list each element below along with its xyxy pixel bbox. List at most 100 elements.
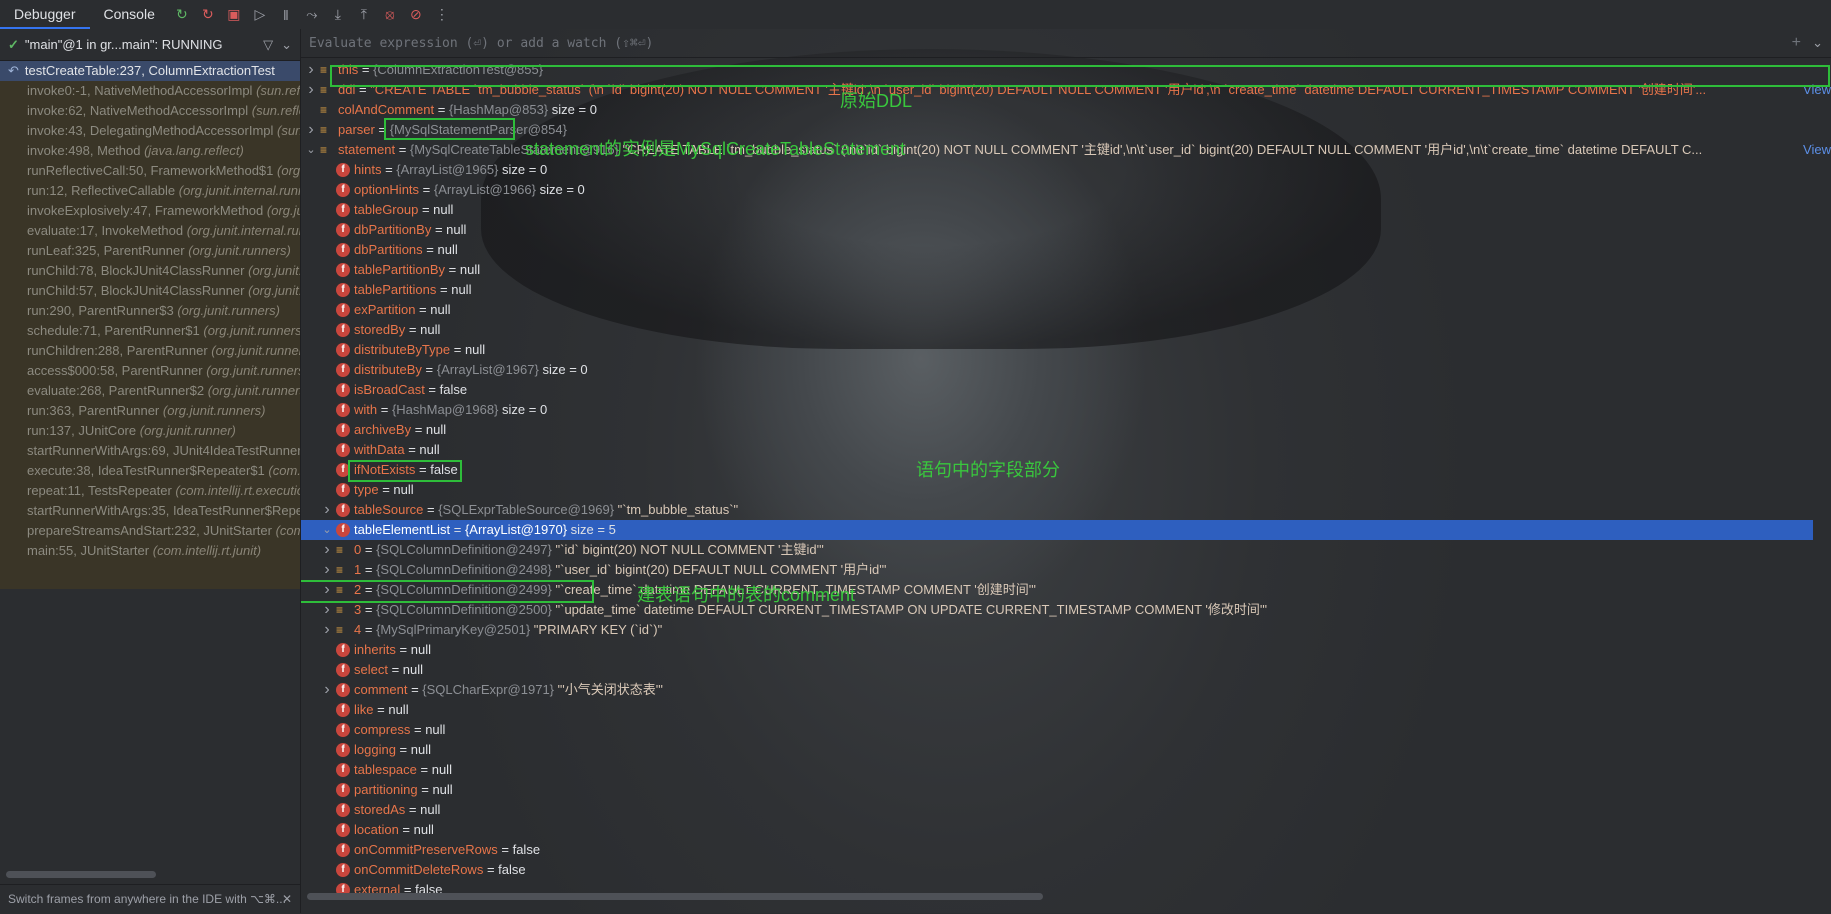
more-icon[interactable]: ⋮ <box>431 4 453 26</box>
variable-row-comment[interactable]: › f comment = {SQLCharExpr@1971} "'小气关闭状态表… <box>301 680 1831 700</box>
variable-row-isBroadCast[interactable]: f isBroadCast = false <box>301 380 1831 400</box>
variable-row-select[interactable]: f select = null <box>301 660 1831 680</box>
step-into-icon[interactable]: ⤓ <box>327 4 349 26</box>
expand-arrow-icon[interactable]: › <box>305 60 317 80</box>
variable-row-1[interactable]: › ≡ 1 = {SQLColumnDefinition@2498} "`user_… <box>301 560 1831 580</box>
step-out-icon[interactable]: ⤒ <box>353 4 375 26</box>
filter-icon[interactable]: ▽ <box>263 37 273 53</box>
variable-row-dbPartitionBy[interactable]: f dbPartitionBy = null <box>301 220 1831 240</box>
expand-arrow-icon[interactable]: › <box>321 580 333 600</box>
stack-frame[interactable]: ↶ testCreateTable:237, ColumnExtractionTe… <box>0 61 300 81</box>
stack-frame[interactable]: invoke:498, Method (java.lang.reflect) <box>0 141 300 161</box>
stack-frame[interactable]: runChild:57, BlockJUnit4ClassRunner (org… <box>0 281 300 301</box>
variable-row-3[interactable]: › ≡ 3 = {SQLColumnDefinition@2500} "`updat… <box>301 600 1831 620</box>
stack-frame[interactable]: runLeaf:325, ParentRunner (org.junit.run… <box>0 241 300 261</box>
variable-row-optionHints[interactable]: f optionHints = {ArrayList@1966} size = 0 <box>301 180 1831 200</box>
variable-row-with[interactable]: f with = {HashMap@1968} size = 0 <box>301 400 1831 420</box>
stack-frame[interactable]: run:137, JUnitCore (org.junit.runner) <box>0 421 300 441</box>
variable-row-4[interactable]: › ≡ 4 = {MySqlPrimaryKey@2501} "PRIMARY KE… <box>301 620 1831 640</box>
variable-row-onCommitDeleteRows[interactable]: f onCommitDeleteRows = false <box>301 860 1831 880</box>
stack-frame[interactable]: invoke0:-1, NativeMethodAccessorImpl (su… <box>0 81 300 101</box>
chevron-down-icon[interactable]: ⌄ <box>281 37 292 53</box>
stack-frame[interactable]: runReflectiveCall:50, FrameworkMethod$1 … <box>0 161 300 181</box>
stack-frame[interactable]: runChild:78, BlockJUnit4ClassRunner (org… <box>0 261 300 281</box>
mute-breakpoints-icon[interactable]: ⊘ <box>405 4 427 26</box>
stack-frame[interactable]: startRunnerWithArgs:35, IdeaTestRunner$R… <box>0 501 300 521</box>
variable-row-exPartition[interactable]: f exPartition = null <box>301 300 1831 320</box>
variable-row-distributeByType[interactable]: f distributeByType = null <box>301 340 1831 360</box>
variable-row-ifNotExists[interactable]: f ifNotExists = false <box>301 460 1831 480</box>
tab-console[interactable]: Console <box>90 0 169 29</box>
stack-frame[interactable]: execute:38, IdeaTestRunner$Repeater$1 (c… <box>0 461 300 481</box>
variable-row-withData[interactable]: f withData = null <box>301 440 1831 460</box>
chevron-down-icon[interactable]: ⌄ <box>1812 35 1823 51</box>
tab-debugger[interactable]: Debugger <box>0 0 90 29</box>
stack-frame[interactable]: repeat:11, TestsRepeater (com.intellij.r… <box>0 481 300 501</box>
expand-arrow-icon[interactable]: › <box>321 680 333 700</box>
expand-arrow-icon[interactable]: › <box>321 500 333 520</box>
close-icon[interactable]: ✕ <box>282 885 292 914</box>
variable-row-storedBy[interactable]: f storedBy = null <box>301 320 1831 340</box>
rerun-failed-icon[interactable]: ↻ <box>197 4 219 26</box>
stack-frame[interactable]: evaluate:268, ParentRunner$2 (org.junit.… <box>0 381 300 401</box>
stop-icon[interactable]: ▣ <box>223 4 245 26</box>
expand-arrow-icon[interactable]: › <box>321 620 333 640</box>
horizontal-scrollbar[interactable] <box>6 871 156 878</box>
expand-arrow-icon[interactable]: › <box>321 540 333 560</box>
evaluate-expression-field[interactable]: Evaluate expression (⏎) or add a watch (… <box>301 29 1831 58</box>
stack-frame[interactable]: invoke:43, DelegatingMethodAccessorImpl … <box>0 121 300 141</box>
rerun-icon[interactable]: ↻ <box>171 4 193 26</box>
view-link[interactable]: View <box>1803 140 1831 160</box>
variable-row-like[interactable]: f like = null <box>301 700 1831 720</box>
collapse-arrow-icon[interactable]: ⌄ <box>305 140 317 160</box>
variable-row-0[interactable]: › ≡ 0 = {SQLColumnDefinition@2497} "`id` b… <box>301 540 1831 560</box>
variable-row-type[interactable]: f type = null <box>301 480 1831 500</box>
horizontal-scrollbar[interactable] <box>307 893 1043 900</box>
stack-frame[interactable]: invoke:62, NativeMethodAccessorImpl (sun… <box>0 101 300 121</box>
variable-row-partitioning[interactable]: f partitioning = null <box>301 780 1831 800</box>
variable-row-inherits[interactable]: f inherits = null <box>301 640 1831 660</box>
stack-frame[interactable]: invokeExplosively:47, FrameworkMethod (o… <box>0 201 300 221</box>
expand-arrow-icon[interactable]: › <box>321 560 333 580</box>
variable-row-ddl[interactable]: › ≡ ddl = "CREATE TABLE `tm_bubble_status`… <box>301 80 1831 100</box>
stack-frame[interactable]: run:290, ParentRunner$3 (org.junit.runne… <box>0 301 300 321</box>
view-breakpoints-icon[interactable]: ⦻ <box>379 4 401 26</box>
stack-frame[interactable]: schedule:71, ParentRunner$1 (org.junit.r… <box>0 321 300 341</box>
variable-row-tablespace[interactable]: f tablespace = null <box>301 760 1831 780</box>
variable-row-onCommitPreserveRows[interactable]: f onCommitPreserveRows = false <box>301 840 1831 860</box>
expand-arrow-icon[interactable]: › <box>321 600 333 620</box>
stack-frame[interactable]: run:12, ReflectiveCallable (org.junit.in… <box>0 181 300 201</box>
step-over-icon[interactable]: ⤳ <box>301 4 323 26</box>
variable-row-tablePartitionBy[interactable]: f tablePartitionBy = null <box>301 260 1831 280</box>
resume-icon[interactable]: ▷ <box>249 4 271 26</box>
thread-selector[interactable]: ✓ "main"@1 in gr...main": RUNNING ▽ ⌄ <box>0 29 300 61</box>
expand-arrow-icon[interactable]: › <box>305 120 317 140</box>
stack-frame[interactable]: access$000:58, ParentRunner (org.junit.r… <box>0 361 300 381</box>
collapse-arrow-icon[interactable]: ⌄ <box>321 520 333 540</box>
variable-row-tableSource[interactable]: › f tableSource = {SQLExprTableSource@1969… <box>301 500 1831 520</box>
view-link[interactable]: View <box>1803 80 1831 100</box>
pause-icon[interactable]: ‖ <box>275 4 297 26</box>
stack-frame[interactable]: evaluate:17, InvokeMethod (org.junit.int… <box>0 221 300 241</box>
variable-row-hints[interactable]: f hints = {ArrayList@1965} size = 0 <box>301 160 1831 180</box>
variable-row-tablePartitions[interactable]: f tablePartitions = null <box>301 280 1831 300</box>
variable-row-tableElementList[interactable]: ⌄ f tableElementList = {ArrayList@1970} si… <box>301 520 1813 540</box>
variable-row-colAndComment[interactable]: ≡ colAndComment = {HashMap@853} size = 0 <box>301 100 1831 120</box>
stack-frame[interactable]: runChildren:288, ParentRunner (org.junit… <box>0 341 300 361</box>
variable-row-location[interactable]: f location = null <box>301 820 1831 840</box>
variable-row-archiveBy[interactable]: f archiveBy = null <box>301 420 1831 440</box>
variable-row-compress[interactable]: f compress = null <box>301 720 1831 740</box>
stack-frame[interactable]: main:55, JUnitStarter (com.intellij.rt.j… <box>0 541 300 561</box>
variable-row-logging[interactable]: f logging = null <box>301 740 1831 760</box>
variable-row-dbPartitions[interactable]: f dbPartitions = null <box>301 240 1831 260</box>
variable-row-this[interactable]: › ≡ this = {ColumnExtractionTest@855} <box>301 60 1831 80</box>
expand-arrow-icon[interactable]: › <box>305 80 317 100</box>
variable-row-distributeBy[interactable]: f distributeBy = {ArrayList@1967} size = … <box>301 360 1831 380</box>
variable-row-2[interactable]: › ≡ 2 = {SQLColumnDefinition@2499} "`creat… <box>301 580 1831 600</box>
stack-frame[interactable]: prepareStreamsAndStart:232, JUnitStarter… <box>0 521 300 541</box>
add-watch-icon[interactable]: + <box>1792 34 1801 52</box>
stack-frame[interactable]: startRunnerWithArgs:69, JUnit4IdeaTestRu… <box>0 441 300 461</box>
stack-frame[interactable]: run:363, ParentRunner (org.junit.runners… <box>0 401 300 421</box>
variable-row-tableGroup[interactable]: f tableGroup = null <box>301 200 1831 220</box>
variable-row-storedAs[interactable]: f storedAs = null <box>301 800 1831 820</box>
